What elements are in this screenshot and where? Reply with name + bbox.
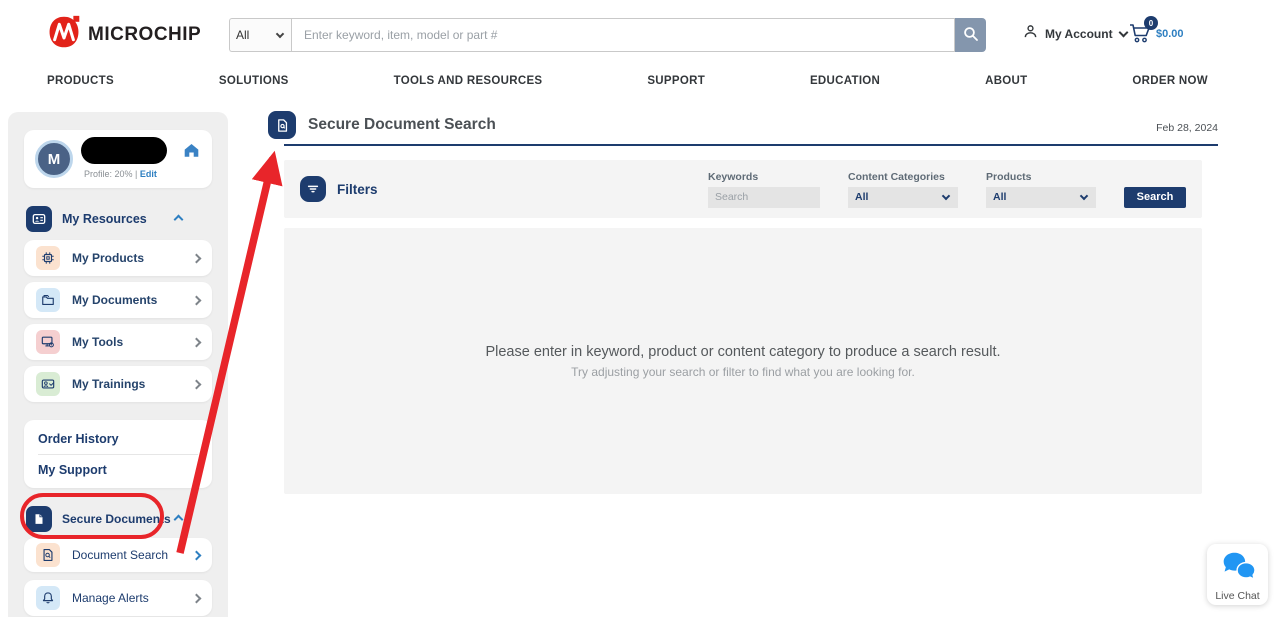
nav-item-products[interactable]: PRODUCTS [47,75,114,87]
search-scope-select[interactable]: All [229,18,291,52]
tools-icon [36,330,60,354]
chip-icon [36,246,60,270]
chevron-right-icon [192,550,202,560]
filter-icon [300,176,326,202]
chevron-up-icon [174,214,184,224]
avatar: M [35,140,73,178]
bell-icon [36,586,60,610]
page-title-row: Secure Document Search Feb 28, 2024 [284,112,1218,146]
chevron-right-icon [192,593,202,603]
global-search-bar: All [229,18,986,52]
my-account-label: My Account [1045,27,1113,41]
secure-documents-label: Secure Documents [62,512,175,526]
nav-item-order-now[interactable]: ORDER NOW [1132,75,1208,87]
document-search-icon [36,543,60,567]
sidebar-item-my-support[interactable]: My Support [38,454,198,484]
products-select[interactable]: All [986,187,1096,208]
empty-state-message: Please enter in keyword, product or cont… [485,344,1000,360]
live-chat-label: Live Chat [1215,590,1259,602]
sidebar-item-label: My Products [72,251,193,265]
nav-item-tools-and-resources[interactable]: TOOLS AND RESOURCES [394,75,543,87]
keywords-label: Keywords [708,171,820,183]
my-resources-icon [26,206,52,232]
search-icon [963,26,979,45]
sidebar-item-label: Document Search [72,548,193,562]
search-input[interactable] [291,18,955,52]
empty-state-hint: Try adjusting your search or filter to f… [571,365,915,379]
divider: | [135,169,137,179]
top-header: Microchip All My Account [0,0,1280,64]
chevron-right-icon [192,337,202,347]
sidebar-item-label: My Tools [72,335,193,349]
page-title: Secure Document Search [308,116,496,134]
empty-results-panel: Please enter in keyword, product or cont… [284,228,1202,494]
products-field: Products All [986,171,1096,208]
chevron-right-icon [192,379,202,389]
chevron-right-icon [192,253,202,263]
folder-icon [36,288,60,312]
redacted-user-name [81,137,167,164]
my-account-menu[interactable]: My Account [1023,24,1127,44]
document-icon [268,111,296,139]
main-nav: PRODUCTS SOLUTIONS TOOLS AND RESOURCES S… [0,66,1280,96]
chevron-right-icon [192,295,202,305]
chat-bubbles-icon [1218,551,1258,590]
sidebar-item-secure-documents[interactable]: Secure Documents [26,506,210,532]
cart-count-badge: 0 [1144,16,1158,30]
sidebar-item-my-documents[interactable]: My Documents [24,282,212,318]
account-sidebar: M Profile: 20% | Edit My Resources [8,112,228,617]
live-chat-button[interactable]: Live Chat [1207,544,1268,605]
nav-item-education[interactable]: EDUCATION [810,75,880,87]
sidebar-item-manage-alerts[interactable]: Manage Alerts [24,580,212,616]
keywords-field: Keywords [708,171,820,208]
cart-total: $0.00 [1156,28,1184,40]
profile-card: M Profile: 20% | Edit [24,130,212,188]
edit-profile-link[interactable]: Edit [140,169,157,179]
search-submit-button[interactable] [955,18,986,52]
cart-button[interactable]: 0 $0.00 [1128,22,1184,49]
profile-progress: Profile: 20% | Edit [84,169,157,179]
filters-bar: Filters Keywords Content Categories All … [284,160,1202,218]
sidebar-item-label: My Documents [72,293,193,307]
sidebar-item-my-products[interactable]: My Products [24,240,212,276]
page-date: Feb 28, 2024 [1156,122,1218,134]
content-categories-label: Content Categories [848,171,958,183]
sidebar-item-my-tools[interactable]: My Tools [24,324,212,360]
secure-documents-icon [26,506,52,532]
microchip-logo[interactable]: Microchip [47,15,201,54]
sidebar-item-label: Manage Alerts [72,591,193,605]
microchip-logo-icon [47,15,81,54]
cart-icon: 0 [1128,22,1152,49]
profile-progress-label: Profile: 20% [84,169,133,179]
filters-label: Filters [337,182,378,197]
sidebar-item-document-search[interactable]: Document Search [24,538,212,572]
chevron-up-icon [174,514,184,524]
chevron-down-icon [1118,28,1128,38]
sidebar-item-order-history[interactable]: Order History [38,424,198,454]
nav-item-support[interactable]: SUPPORT [647,75,705,87]
microchip-logo-text: Microchip [88,24,201,46]
filters-title: Filters [300,176,378,202]
content-categories-select[interactable]: All [848,187,958,208]
person-icon [1023,24,1038,44]
sidebar-item-my-resources[interactable]: My Resources [26,206,210,232]
home-icon[interactable] [183,142,200,163]
nav-item-about[interactable]: ABOUT [985,75,1027,87]
content-categories-field: Content Categories All [848,171,958,208]
sidebar-links-card: Order History My Support [24,420,212,488]
products-label: Products [986,171,1096,183]
my-resources-label: My Resources [62,212,175,226]
sidebar-item-label: My Trainings [72,377,193,391]
main-content: Secure Document Search Feb 28, 2024 Filt… [284,112,1218,494]
nav-item-solutions[interactable]: SOLUTIONS [219,75,289,87]
keywords-input[interactable] [708,187,820,208]
filters-search-button[interactable]: Search [1124,187,1186,208]
training-icon [36,372,60,396]
sidebar-item-my-trainings[interactable]: My Trainings [24,366,212,402]
